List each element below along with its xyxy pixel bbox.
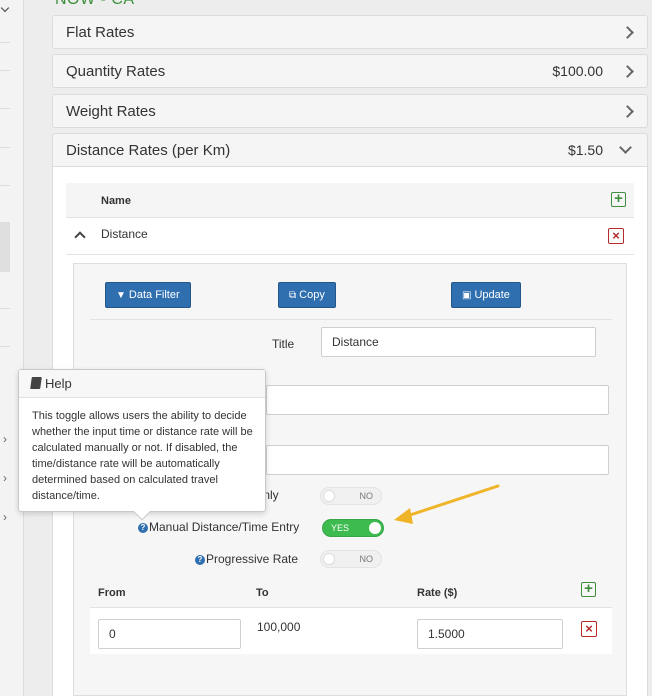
annotation-arrow bbox=[394, 484, 500, 524]
